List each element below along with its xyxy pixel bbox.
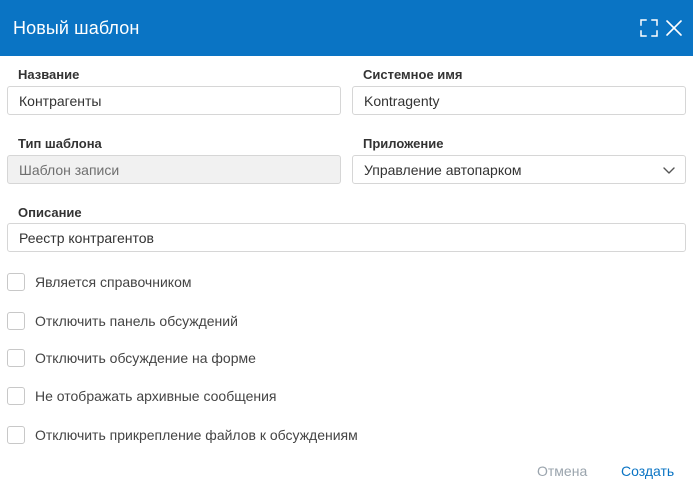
dialog-title: Новый шаблон xyxy=(13,18,140,38)
expand-icon xyxy=(640,19,658,37)
system-name-field[interactable] xyxy=(352,86,686,115)
checkbox-box[interactable] xyxy=(7,426,25,444)
close-icon xyxy=(666,20,682,36)
checkbox-box[interactable] xyxy=(7,349,25,367)
checkbox-box[interactable] xyxy=(7,273,25,291)
description-label: Описание xyxy=(18,205,82,220)
close-button[interactable] xyxy=(664,18,684,38)
system-name-label: Системное имя xyxy=(363,67,463,82)
template-type-label: Тип шаблона xyxy=(18,136,102,151)
description-field[interactable] xyxy=(7,223,686,252)
checkbox-label: Отключить прикрепление файлов к обсужден… xyxy=(35,427,358,443)
checkbox-box[interactable] xyxy=(7,387,25,405)
checkbox-box[interactable] xyxy=(7,312,25,330)
application-label: Приложение xyxy=(363,136,444,151)
application-select[interactable]: Управление автопарком xyxy=(352,155,686,184)
cancel-button[interactable]: Отмена xyxy=(537,463,587,479)
name-field[interactable] xyxy=(7,86,341,115)
chevron-down-icon xyxy=(663,167,675,174)
checkbox-label: Является справочником xyxy=(35,274,192,290)
checkbox-label: Не отображать архивные сообщения xyxy=(35,388,277,404)
expand-button[interactable] xyxy=(639,18,659,38)
template-type-field xyxy=(7,155,341,184)
new-template-dialog: Новый шаблон Название Системное имя xyxy=(0,0,693,491)
dialog-header: Новый шаблон xyxy=(0,0,693,56)
create-button[interactable]: Создать xyxy=(621,463,674,479)
application-select-value: Управление автопарком xyxy=(364,162,522,178)
name-label: Название xyxy=(18,67,80,82)
checkbox-label: Отключить обсуждение на форме xyxy=(35,350,256,366)
checkbox-label: Отключить панель обсуждений xyxy=(35,313,238,329)
